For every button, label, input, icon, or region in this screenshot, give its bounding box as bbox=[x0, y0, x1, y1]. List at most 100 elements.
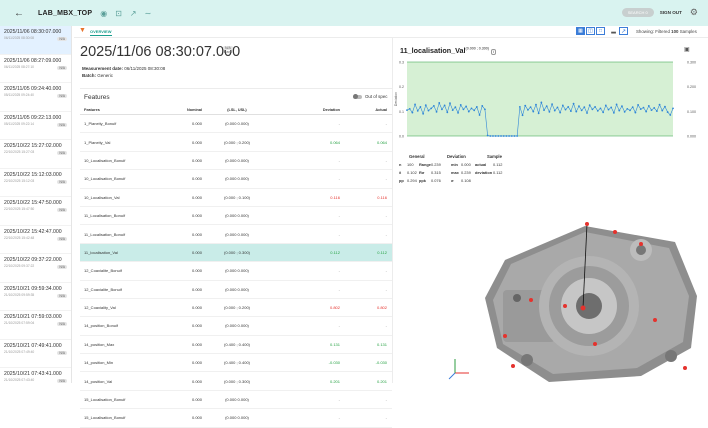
data-point bbox=[664, 105, 666, 108]
data-point bbox=[459, 104, 462, 106]
table-row[interactable]: 1_Planeity_Val 0.000 (0.000 ; 0.200) 0.0… bbox=[80, 133, 392, 152]
list-item[interactable]: 2025/10/21 07:43:41.000 21/10/2025 07:43… bbox=[0, 368, 71, 383]
list-item-na: N/A bbox=[57, 65, 67, 70]
table-row[interactable]: 14_position_Val 0.000 (0.000 ; 0.300) 0.… bbox=[80, 372, 392, 391]
cell-deviation: - bbox=[338, 157, 340, 163]
curve-icon[interactable]: ∼ bbox=[145, 9, 152, 18]
filter-icon[interactable]: ▼ bbox=[79, 27, 86, 34]
gear-icon[interactable]: ⚙ bbox=[690, 7, 698, 18]
measure-point[interactable] bbox=[585, 222, 589, 226]
table-row[interactable]: 11_localisation_Val 0.000 (0.000 ; 0.300… bbox=[80, 243, 392, 263]
data-point bbox=[446, 111, 449, 114]
cell-range: (0.000 0.000) bbox=[225, 157, 249, 163]
data-point bbox=[486, 134, 489, 137]
tab-overview[interactable]: OVERVIEW bbox=[90, 29, 112, 36]
cross-tool-icon[interactable]: ⊡ bbox=[115, 9, 122, 18]
trend-icon[interactable]: ↗ bbox=[130, 9, 137, 18]
list-item-na: N/A bbox=[57, 293, 67, 298]
data-point bbox=[661, 109, 664, 112]
view-grid-icon[interactable]: ▦ bbox=[576, 27, 585, 35]
list-item[interactable]: 2025/10/22 15:42:47.000 22/10/2025 15:42… bbox=[0, 226, 71, 254]
spc-chart[interactable]: 0.3 0.2 0.1 0.0 0.300 0.200 0.100 0.000 Deviatio… bbox=[393, 58, 708, 150]
part-hole-top-inner bbox=[636, 245, 646, 255]
list-item[interactable]: 2025/10/21 07:49:41.000 21/10/2025 07:49… bbox=[0, 340, 71, 368]
list-item[interactable]: 2025/11/05 09:24:40.000 05/11/2025 09:24… bbox=[0, 83, 71, 112]
part-3d-view[interactable] bbox=[445, 198, 708, 383]
cell-deviation: 0.131 bbox=[329, 341, 340, 347]
measure-point[interactable] bbox=[529, 298, 533, 302]
cell-deviation: 0.116 bbox=[330, 194, 340, 200]
measure-point[interactable] bbox=[683, 366, 687, 370]
stats-header: Deviation bbox=[447, 154, 466, 159]
data-point bbox=[575, 110, 578, 113]
table-row[interactable]: 12_Coaxiality_Val 0.000 (0.000 ; 0.200) … bbox=[80, 299, 392, 318]
list-item[interactable]: 2025/10/21 09:59:34.000 21/10/2025 09:59… bbox=[0, 283, 71, 311]
measure-point[interactable] bbox=[503, 334, 507, 338]
line-chart-icon[interactable]: ↗ bbox=[619, 27, 628, 35]
measure-point[interactable] bbox=[511, 364, 515, 368]
data-point bbox=[591, 108, 594, 111]
batch-value: Generic bbox=[97, 73, 114, 78]
table-row[interactable]: 10_Localisation_Bonuif 0.000 (0.000 0.00… bbox=[80, 170, 392, 189]
table-row[interactable]: 11_Localisation_Bonuif 0.000 (0.000 0.00… bbox=[80, 225, 392, 244]
col-deviation[interactable]: Deviation bbox=[272, 108, 340, 112]
table-row[interactable]: 11_Localisation_Bonuif 0.000 (0.000 0.00… bbox=[80, 207, 392, 226]
cell-feature: 15_Localisation_Bonuif bbox=[84, 415, 126, 421]
y-tick-left: 0.1 bbox=[399, 110, 404, 114]
table-row[interactable]: 1_Planeity_Bonuif 0.000 (0.000 0.000) - … bbox=[80, 115, 392, 134]
y-tick-left: 0.2 bbox=[399, 85, 404, 89]
list-item[interactable]: 2025/10/22 15:47:50.000 22/10/2025 15:47… bbox=[0, 197, 71, 226]
bar-chart-icon[interactable]: ▂ bbox=[609, 27, 618, 35]
view-single-icon[interactable]: □ bbox=[596, 27, 605, 35]
list-item[interactable]: 2025/10/22 09:37:22.000 22/10/2025 09:37… bbox=[0, 254, 71, 283]
col-actual[interactable]: Actual bbox=[340, 108, 390, 112]
camera-icon[interactable]: ◉ bbox=[100, 9, 107, 18]
data-point bbox=[424, 104, 427, 107]
stats-cell: pp bbox=[399, 178, 404, 183]
col-lsl-usl[interactable]: (LSL, USL) bbox=[202, 108, 272, 112]
list-item[interactable]: 2025/10/22 15:27:02.000 22/10/2025 15:27… bbox=[0, 140, 71, 169]
measure-point[interactable] bbox=[639, 242, 643, 246]
table-row[interactable]: 15_Localisation_Bonuif 0.000 (0.000 0.00… bbox=[80, 391, 392, 410]
measure-point[interactable] bbox=[580, 305, 586, 311]
cell-feature: 11_Localisation_Bonuif bbox=[84, 231, 126, 237]
stats-cell: max bbox=[451, 170, 459, 175]
table-row[interactable]: 12_Coaxialite_Bonuif 0.000 (0.000 0.000)… bbox=[80, 281, 392, 299]
measure-point[interactable] bbox=[593, 342, 597, 346]
list-item-badge: N/A bbox=[57, 94, 67, 98]
part-bore bbox=[576, 293, 602, 319]
col-feature[interactable]: Features bbox=[80, 108, 158, 112]
list-item[interactable]: 2025/11/06 08:30:07.000 06/11/2025 08:30… bbox=[0, 26, 71, 55]
table-row[interactable]: 10_Localisation_Bonuif 0.000 (0.000 0.00… bbox=[80, 152, 392, 171]
table-row[interactable]: 14_position_Max 0.000 (0.400 ; 0.400) 0.… bbox=[80, 336, 392, 355]
table-row[interactable]: 15_Localisation_Bonuif 0.000 (0.000 0.00… bbox=[80, 409, 392, 428]
list-item[interactable]: 2025/10/21 07:59:03.000 21/10/2025 07:59… bbox=[0, 311, 71, 340]
measure-point[interactable] bbox=[613, 230, 617, 234]
data-point bbox=[532, 110, 535, 113]
list-item[interactable]: 2025/11/05 09:22:13.000 05/11/2025 09:22… bbox=[0, 112, 71, 140]
list-item-datetime: 2025/10/21 07:59:03.000 bbox=[4, 314, 62, 320]
measure-point[interactable] bbox=[653, 318, 657, 322]
data-point bbox=[548, 110, 551, 113]
data-point bbox=[626, 107, 629, 110]
list-item-na: N/A bbox=[57, 122, 67, 127]
back-arrow-icon[interactable]: ← bbox=[14, 8, 28, 19]
data-point bbox=[416, 109, 419, 112]
list-item[interactable]: 2025/10/22 15:12:03.000 22/10/2025 15:12… bbox=[0, 169, 71, 197]
table-row[interactable]: 10_Localisation_Val 0.000 (0.000 ; 0.100… bbox=[80, 189, 392, 207]
table-row[interactable]: 12_Coaxialite_Bonuif 0.000 (0.000 0.000)… bbox=[80, 262, 392, 281]
table-row[interactable]: 14_position_Min 0.000 (0.400 ; 0.400) -0… bbox=[80, 354, 392, 373]
view-split-icon[interactable]: ◫ bbox=[586, 27, 595, 35]
list-item[interactable]: 2025/11/06 08:27:09.000 06/11/2025 08:27… bbox=[0, 55, 71, 83]
col-nominal[interactable]: Nominal bbox=[158, 108, 202, 112]
info-icon[interactable]: i bbox=[490, 49, 496, 55]
sign-out-button[interactable]: SIGN OUT bbox=[660, 10, 682, 15]
cell-nominal: 0.000 bbox=[191, 360, 202, 366]
out-of-spec-toggle[interactable] bbox=[353, 94, 362, 99]
stats-cell: min bbox=[451, 162, 458, 167]
search-badge[interactable]: SEARCH 0 bbox=[621, 8, 654, 17]
data-point bbox=[578, 105, 580, 108]
table-row[interactable]: 14_position_Bonuif 0.000 (0.000 0.000) -… bbox=[80, 317, 392, 336]
export-chart-icon[interactable]: ▣ bbox=[684, 46, 690, 53]
measure-point[interactable] bbox=[563, 304, 567, 308]
